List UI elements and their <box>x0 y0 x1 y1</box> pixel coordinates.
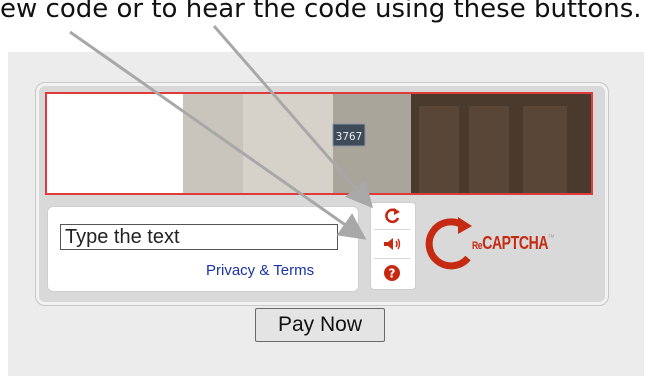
pay-now-button[interactable]: Pay Now <box>255 308 385 342</box>
help-icon[interactable]: ? <box>381 262 403 284</box>
recaptcha-logo: ReCAPTCHA™ <box>472 233 554 254</box>
recaptcha-logo-prefix: Re <box>472 240 483 252</box>
captcha-challenge-image: 3767 <box>183 94 591 193</box>
captcha-house-number: 3767 <box>336 130 363 143</box>
refresh-icon[interactable] <box>381 205 403 227</box>
audio-icon[interactable] <box>381 233 403 255</box>
controls-divider <box>374 258 410 259</box>
recaptcha-logo-text: CAPTCHA <box>482 233 549 253</box>
captcha-response-input[interactable] <box>60 224 338 250</box>
recaptcha-trademark: ™ <box>548 233 554 242</box>
instruction-caption: ew code or to hear the code using these … <box>0 0 642 24</box>
svg-text:?: ? <box>389 267 396 281</box>
controls-divider <box>374 229 410 230</box>
captcha-challenge-frame: 3767 <box>45 92 593 195</box>
privacy-terms-link[interactable]: Privacy & Terms <box>206 262 314 279</box>
